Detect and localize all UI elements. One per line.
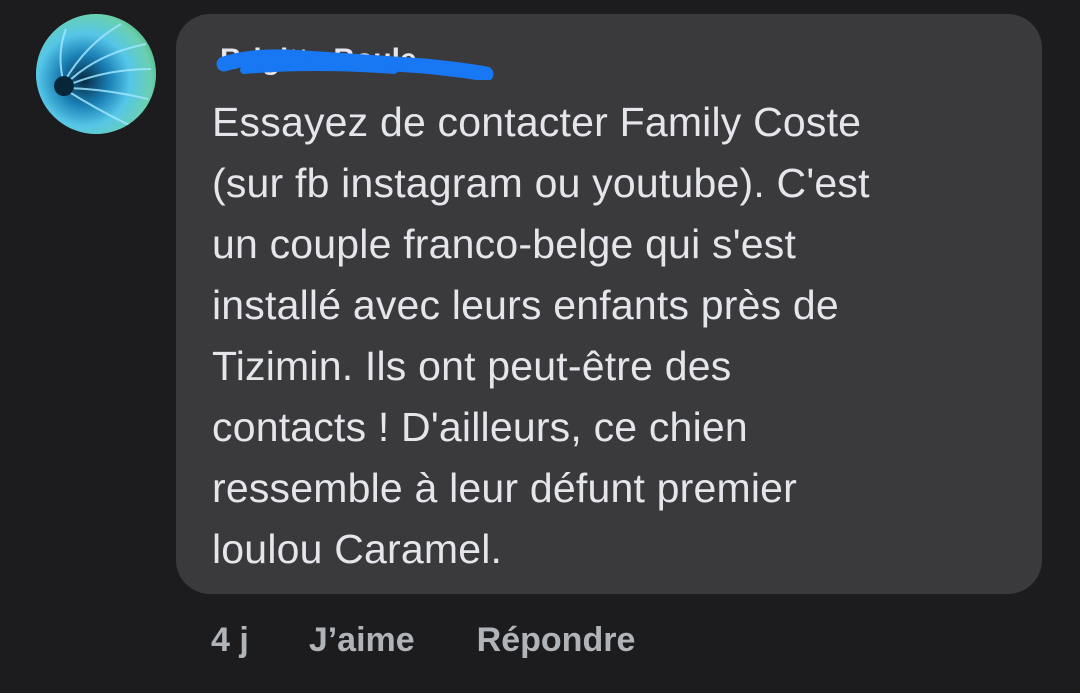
comment-actions: 4 j J’aime Répondre bbox=[211, 618, 635, 662]
avatar[interactable] bbox=[36, 14, 156, 134]
avatar-image bbox=[36, 14, 156, 134]
comment-bubble: Brigitte Boule Essayez de contacter Fami… bbox=[176, 14, 1042, 594]
comment-view: Brigitte Boule Essayez de contacter Fami… bbox=[0, 0, 1080, 693]
comment-text: Essayez de contacter Family Coste (sur f… bbox=[212, 99, 870, 572]
redaction-scribble bbox=[216, 49, 494, 80]
comment-timestamp[interactable]: 4 j bbox=[211, 621, 249, 660]
comment-author[interactable]: Brigitte Boule bbox=[214, 40, 494, 80]
like-button[interactable]: J’aime bbox=[309, 621, 415, 660]
reply-button[interactable]: Répondre bbox=[477, 621, 636, 660]
